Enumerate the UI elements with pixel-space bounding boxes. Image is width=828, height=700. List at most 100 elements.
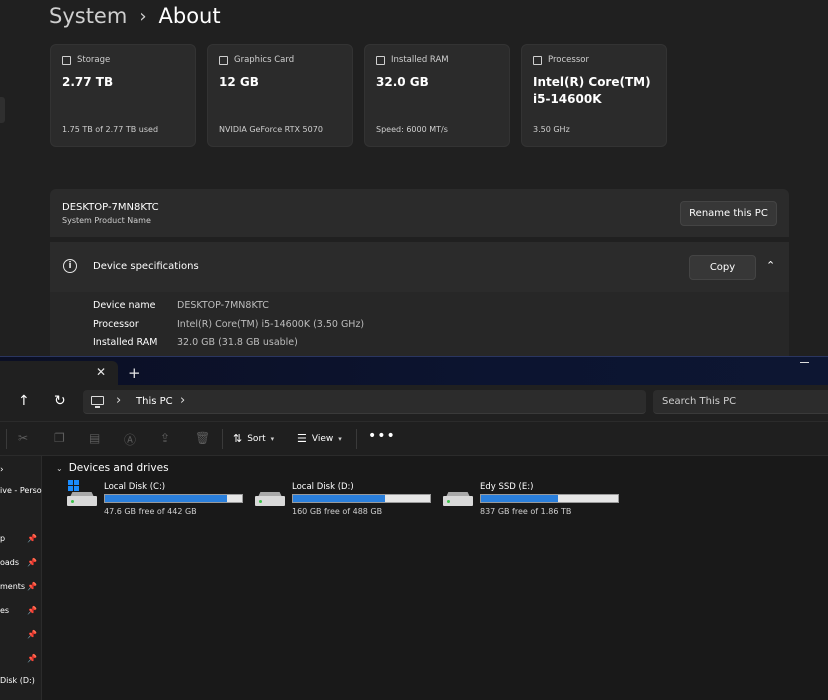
- more-options-icon[interactable]: •••: [368, 428, 396, 444]
- drive-usage-fill: [481, 495, 558, 502]
- nav-pane-edge[interactable]: [0, 97, 5, 123]
- spec-row: Processor Intel(R) Core(TM) i5-14600K (3…: [93, 319, 364, 330]
- search-input[interactable]: Search This PC: [653, 390, 828, 414]
- drives-view: ⌄ Devices and drives Local Disk (C:) 47.…: [43, 456, 828, 700]
- spec-key: Processor: [93, 319, 139, 330]
- up-arrow-icon[interactable]: ↑: [18, 393, 30, 409]
- card-value: 12 GB: [219, 75, 259, 89]
- divider: [356, 429, 357, 449]
- chevron-right-icon[interactable]: ›: [0, 465, 4, 475]
- chevron-up-icon[interactable]: ⌃: [766, 259, 775, 272]
- drive-tile-e[interactable]: Edy SSD (E:) 837 GB free of 1.86 TB: [443, 482, 623, 518]
- sidebar-item-desktop[interactable]: p: [0, 534, 5, 543]
- tab-bar: ✕ +: [0, 356, 828, 386]
- sidebar-item-pictures[interactable]: es: [0, 606, 9, 615]
- navigation-pane: › ive - Perso p 📌 oads 📌 ments 📌 es 📌 📌 …: [0, 456, 42, 700]
- card-title: Installed RAM: [391, 55, 449, 65]
- spec-value: DESKTOP-7MN8KTC: [177, 300, 269, 311]
- processor-card[interactable]: Processor Intel(R) Core(TM) i5-14600K 3.…: [521, 44, 667, 147]
- chevron-right-icon[interactable]: ›: [116, 393, 121, 408]
- refresh-icon[interactable]: ↻: [54, 393, 66, 409]
- chevron-down-icon[interactable]: ⌄: [56, 464, 63, 473]
- computer-icon: [91, 396, 104, 408]
- view-label: View: [311, 433, 334, 444]
- hard-drive-icon: [255, 492, 285, 506]
- info-icon: i: [63, 259, 77, 273]
- breadcrumb: System › About: [49, 4, 221, 28]
- graphics-card-icon: [219, 55, 228, 65]
- copy-icon[interactable]: ❐: [54, 431, 65, 445]
- sidebar-item-documents[interactable]: ments: [0, 582, 25, 591]
- card-value: Intel(R) Core(TM) i5-14600K: [533, 75, 651, 106]
- copy-button[interactable]: Copy: [689, 255, 756, 280]
- graphics-card-card[interactable]: Graphics Card 12 GB NVIDIA GeForce RTX 5…: [207, 44, 353, 147]
- spec-row: Installed RAM 32.0 GB (31.8 GB usable): [93, 337, 298, 348]
- paste-icon[interactable]: ▤: [89, 431, 100, 445]
- card-title: Storage: [77, 55, 111, 65]
- drive-tile-d[interactable]: Local Disk (D:) 160 GB free of 488 GB: [255, 482, 435, 518]
- device-specifications-body: Device name DESKTOP-7MN8KTC Processor In…: [50, 292, 789, 356]
- card-title: Processor: [548, 55, 589, 65]
- storage-card[interactable]: Storage 2.77 TB 1.75 TB of 2.77 TB used: [50, 44, 196, 147]
- close-tab-icon[interactable]: ✕: [96, 365, 106, 379]
- drive-free-space: 47.6 GB free of 442 GB: [104, 507, 197, 516]
- minimize-icon[interactable]: [800, 362, 809, 363]
- sort-icon: ⇅: [233, 432, 243, 445]
- breadcrumb-system-link[interactable]: System: [49, 4, 127, 28]
- pin-icon: 📌: [27, 606, 37, 615]
- address-location[interactable]: This PC: [136, 396, 173, 407]
- pin-icon: 📌: [27, 582, 37, 591]
- drive-usage-bar: [480, 494, 619, 503]
- windows-logo-icon: [68, 480, 79, 491]
- drive-usage-fill: [293, 495, 385, 502]
- spec-row: Device name DESKTOP-7MN8KTC: [93, 300, 269, 311]
- sidebar-item-downloads[interactable]: oads: [0, 558, 19, 567]
- address-bar[interactable]: › This PC ›: [83, 390, 646, 414]
- view-button[interactable]: ☰ View ▾: [297, 432, 342, 445]
- installed-ram-card[interactable]: Installed RAM 32.0 GB Speed: 6000 MT/s: [364, 44, 510, 147]
- drive-usage-bar: [292, 494, 431, 503]
- share-icon[interactable]: ⇪: [160, 431, 170, 445]
- device-specifications-header[interactable]: i Device specifications Copy ⌃: [50, 242, 789, 292]
- drive-name: Local Disk (C:): [104, 482, 166, 492]
- ram-icon: [376, 55, 385, 65]
- pin-icon: 📌: [27, 534, 37, 543]
- pc-name: DESKTOP-7MN8KTC: [62, 202, 159, 213]
- new-tab-icon[interactable]: +: [128, 364, 141, 382]
- card-detail: 3.50 GHz: [533, 125, 570, 134]
- sidebar-item-local-disk-d[interactable]: Disk (D:): [0, 676, 35, 685]
- spec-key: Device name: [93, 300, 156, 311]
- pin-icon[interactable]: 📌: [27, 654, 37, 663]
- view-icon: ☰: [297, 432, 307, 445]
- drive-name: Local Disk (D:): [292, 482, 354, 492]
- group-header-devices[interactable]: ⌄ Devices and drives: [56, 462, 169, 474]
- pc-product-label: System Product Name: [62, 216, 151, 225]
- drive-name: Edy SSD (E:): [480, 482, 534, 492]
- device-specifications-title: Device specifications: [93, 261, 199, 272]
- rename-icon[interactable]: Ⓐ: [124, 431, 136, 448]
- drive-tile-c[interactable]: Local Disk (C:) 47.6 GB free of 442 GB: [67, 480, 247, 518]
- drive-usage-bar: [104, 494, 243, 503]
- spec-value: 32.0 GB (31.8 GB usable): [177, 337, 298, 348]
- pin-icon[interactable]: 📌: [27, 630, 37, 639]
- drive-free-space: 837 GB free of 1.86 TB: [480, 507, 572, 516]
- sort-button[interactable]: ⇅ Sort ▾: [233, 432, 274, 445]
- chevron-down-icon: ▾: [338, 434, 342, 443]
- cut-icon[interactable]: ✂: [18, 431, 28, 445]
- divider: [222, 429, 223, 449]
- card-title: Graphics Card: [234, 55, 295, 65]
- spec-value: Intel(R) Core(TM) i5-14600K (3.50 GHz): [177, 319, 365, 330]
- drive-usage-fill: [105, 495, 227, 502]
- sidebar-item-onedrive[interactable]: ive - Perso: [0, 486, 42, 495]
- file-explorer-window: ✕ + ↑ ↻ › This PC › Search This PC ✂ ❐ ▤…: [0, 356, 828, 700]
- breadcrumb-chevron-icon: ›: [139, 5, 147, 27]
- card-detail: Speed: 6000 MT/s: [376, 125, 448, 134]
- rename-pc-button[interactable]: Rename this PC: [680, 201, 777, 226]
- chevron-right-icon[interactable]: ›: [180, 393, 185, 408]
- card-value: 2.77 TB: [62, 75, 114, 89]
- divider: [6, 429, 7, 449]
- chevron-down-icon: ▾: [270, 434, 275, 443]
- delete-icon[interactable]: 🗑: [195, 431, 210, 445]
- settings-window: System › About Storage 2.77 TB 1.75 TB o…: [0, 0, 828, 356]
- storage-icon: [62, 55, 71, 65]
